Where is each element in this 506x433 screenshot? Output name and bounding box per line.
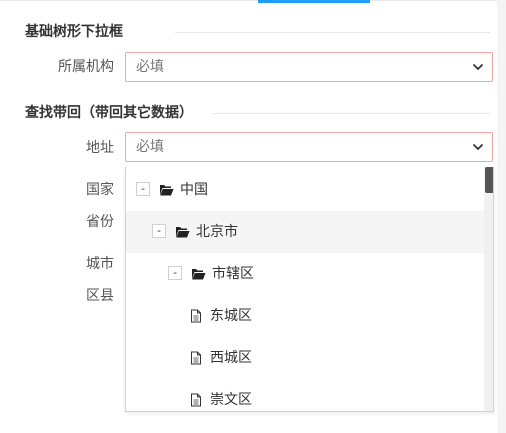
tree-node-label: 市辖区 <box>212 266 254 282</box>
file-icon <box>191 393 201 407</box>
collapse-toggle[interactable]: - <box>168 266 182 280</box>
file-icon <box>191 351 201 365</box>
page-scrollbar[interactable] <box>497 0 506 433</box>
org-select[interactable] <box>125 52 493 82</box>
tree-node-label: 北京市 <box>196 224 238 240</box>
tree-node-china[interactable]: - 中国 <box>126 169 484 211</box>
city-label: 城市 <box>86 256 114 272</box>
collapse-toggle[interactable]: - <box>136 182 150 196</box>
address-select-input[interactable] <box>126 133 466 161</box>
tree-node-chongwen[interactable]: 崇文区 <box>126 379 484 411</box>
tree-node-label: 中国 <box>180 182 208 198</box>
tree-node-label: 崇文区 <box>210 392 252 408</box>
address-select[interactable] <box>125 132 493 162</box>
tree-panel-scrollbar[interactable] <box>484 167 493 411</box>
folder-open-icon <box>176 227 190 238</box>
tree-node-municipal-district[interactable]: - 市辖区 <box>126 253 484 295</box>
active-tab-indicator <box>258 0 370 3</box>
tree-node-dongcheng[interactable]: 东城区 <box>126 295 484 337</box>
org-field-label: 所属机构 <box>58 59 114 75</box>
address-field-label: 地址 <box>86 140 114 156</box>
tree-node-beijing[interactable]: - 北京市 <box>126 211 484 253</box>
file-icon <box>191 309 201 323</box>
section-title-lookup: 查找带回（带回其它数据） <box>25 105 193 121</box>
province-label: 省份 <box>86 214 114 230</box>
district-label: 区县 <box>86 288 114 304</box>
tree-node-label: 西城区 <box>210 350 252 366</box>
scrollbar-thumb[interactable] <box>485 167 493 193</box>
page: 基础树形下拉框 所属机构 查找带回（带回其它数据） 地址 国家 省份 城市 区县… <box>0 0 506 433</box>
chevron-down-icon[interactable] <box>472 61 484 73</box>
tree-dropdown-panel[interactable]: - 中国 - 北京市 - 市辖区 东城区 西城区 崇文区 <box>125 167 494 412</box>
section-divider <box>212 113 490 114</box>
folder-open-icon <box>160 185 174 196</box>
top-border <box>0 0 506 1</box>
country-label: 国家 <box>86 182 114 198</box>
folder-open-icon <box>192 269 206 280</box>
tree-node-label: 东城区 <box>210 308 252 324</box>
collapse-toggle[interactable]: - <box>152 224 166 238</box>
org-select-input[interactable] <box>126 53 466 81</box>
section-divider <box>175 32 490 33</box>
chevron-down-icon[interactable] <box>472 141 484 153</box>
tree-node-xicheng[interactable]: 西城区 <box>126 337 484 379</box>
section-title-basic-tree: 基础树形下拉框 <box>25 24 123 40</box>
